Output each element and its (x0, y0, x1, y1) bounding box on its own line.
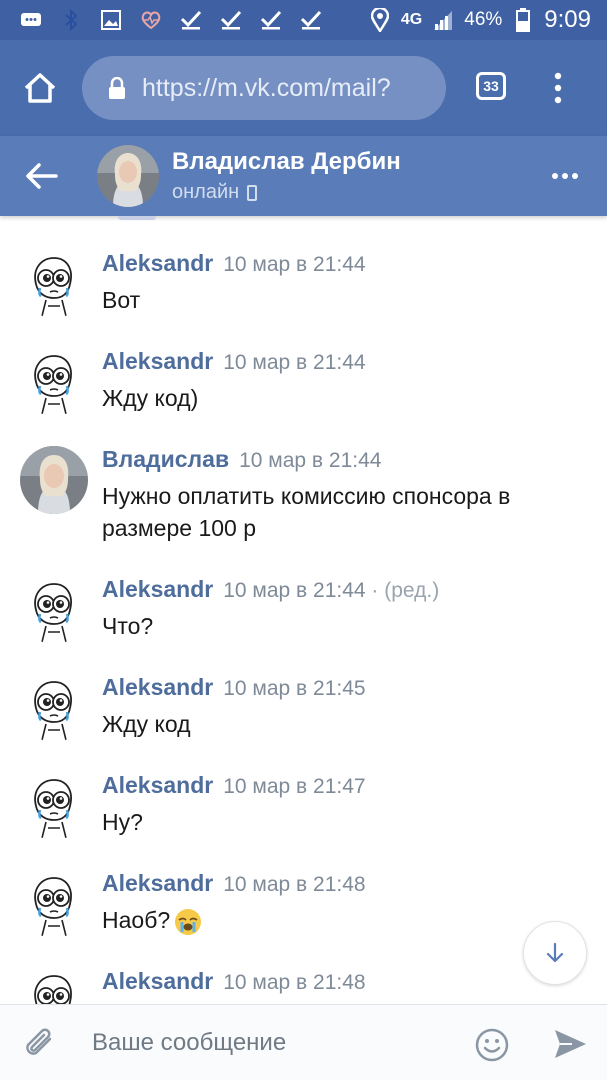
message-time: 10 мар в 21:48 (223, 971, 366, 994)
message-author[interactable]: Aleksandr (102, 968, 213, 994)
signal-icon (432, 9, 454, 31)
message-time: 10 мар в 21:44 (223, 579, 366, 602)
online-status-text: онлайн (172, 181, 240, 203)
message-text: Жду код) (102, 382, 582, 414)
avatar[interactable] (20, 968, 88, 1004)
message-header: Aleksandr 10 мар в 21:44 (102, 348, 366, 375)
location-icon (369, 8, 391, 32)
chat-header: Владислав Дербин онлайн (0, 136, 607, 216)
send-icon[interactable] (552, 1027, 588, 1061)
message-time: 10 мар в 21:44 (239, 449, 382, 472)
message-item[interactable]: Aleksandr 10 мар в 21:44 Жду код) (0, 348, 607, 438)
avatar[interactable] (20, 576, 88, 644)
more-vert-icon[interactable] (548, 70, 568, 106)
lock-icon (108, 76, 126, 99)
message-header: Владислав 10 мар в 21:44 (102, 446, 381, 473)
message-author[interactable]: Aleksandr (102, 348, 213, 374)
chat-title: Владислав Дербин (172, 148, 401, 175)
message-header: Aleksandr 10 мар в 21:48 (102, 870, 366, 897)
message-time: 10 мар в 21:44 (223, 351, 366, 374)
check-icon (300, 9, 322, 31)
avatar[interactable] (20, 446, 88, 514)
crying-face-emoji (175, 908, 202, 935)
message-author[interactable]: Aleksandr (102, 576, 213, 602)
home-icon[interactable] (22, 70, 58, 106)
avatar[interactable] (97, 145, 159, 207)
message-author[interactable]: Aleksandr (102, 772, 213, 798)
message-item[interactable]: Aleksandr 10 мар в 21:48 Наоб? (0, 870, 607, 960)
message-time: 10 мар в 21:48 (223, 873, 366, 896)
back-arrow-icon[interactable] (24, 160, 58, 192)
message-time: 10 мар в 21:44 (223, 253, 366, 276)
message-author[interactable]: Владислав (102, 446, 229, 472)
message-input[interactable] (88, 1023, 466, 1063)
message-item[interactable]: Aleksandr 10 мар в 21:44 · (ред.) Что? (0, 576, 607, 666)
message-text-content: Жду код) (102, 385, 199, 411)
message-text: Наоб? (102, 904, 582, 936)
paperclip-icon[interactable] (22, 1025, 56, 1061)
message-text: Ну? (102, 806, 582, 838)
arrow-down-icon (546, 942, 564, 963)
mobile-icon (247, 184, 258, 201)
message-text: Нужно оплатить комиссию спонсора в разме… (102, 480, 582, 544)
gallery-icon (100, 9, 122, 31)
avatar[interactable] (20, 250, 88, 318)
check-icon (260, 9, 282, 31)
health-icon (140, 9, 162, 31)
online-status: онлайн (172, 181, 258, 204)
message-author[interactable]: Aleksandr (102, 250, 213, 276)
message-header: Aleksandr 10 мар в 21:44 · (ред.) (102, 576, 439, 603)
clock: 9:09 (544, 6, 591, 33)
avatar[interactable] (20, 870, 88, 938)
previous-attachment-fragment (118, 216, 156, 220)
url-text[interactable]: https://m.vk.com/mail? (142, 74, 391, 103)
message-author[interactable]: Aleksandr (102, 674, 213, 700)
message-composer (0, 1004, 607, 1080)
emoji-icon[interactable] (474, 1027, 510, 1063)
avatar[interactable] (20, 772, 88, 840)
message-item[interactable]: Aleksandr 10 мар в 21:44 Вот (0, 250, 607, 340)
message-header: Aleksandr 10 мар в 21:45 (102, 674, 366, 701)
message-text-content: Наоб? (102, 907, 171, 933)
message-time: 10 мар в 21:47 (223, 775, 366, 798)
message-time: 10 мар в 21:45 (223, 677, 366, 700)
message-item[interactable]: Aleksandr 10 мар в 21:47 Ну? (0, 772, 607, 862)
battery-percent: 46% (464, 9, 503, 30)
message-item[interactable]: Aleksandr 10 мар в 21:48 (0, 968, 607, 1004)
message-edited-mark: · (ред.) (365, 579, 440, 602)
message-header: Aleksandr 10 мар в 21:48 (102, 968, 366, 995)
message-text-content: Нужно оплатить комиссию спонсора в разме… (102, 483, 511, 541)
message-icon (20, 9, 42, 31)
check-icon (220, 9, 242, 31)
message-text: Вот (102, 284, 582, 316)
avatar[interactable] (20, 674, 88, 742)
message-list[interactable]: Aleksandr 10 мар в 21:44 Вот Aleksandr 10 ма… (0, 216, 607, 1004)
message-text-content: Вот (102, 287, 141, 313)
scroll-down-button[interactable] (523, 921, 587, 985)
message-header: Aleksandr 10 мар в 21:44 (102, 250, 366, 277)
network-type: 4G (400, 11, 423, 28)
avatar[interactable] (20, 348, 88, 416)
message-item[interactable]: Aleksandr 10 мар в 21:45 Жду код (0, 674, 607, 764)
more-horiz-icon[interactable] (550, 166, 580, 186)
status-bar: 4G 46% 9:09 (0, 0, 607, 40)
tab-count-button[interactable]: 33 (476, 72, 506, 100)
message-text-content: Что? (102, 613, 154, 639)
message-header: Aleksandr 10 мар в 21:47 (102, 772, 366, 799)
message-text: Жду код (102, 708, 582, 740)
message-item[interactable]: Владислав 10 мар в 21:44 Нужно оплатить ко… (0, 446, 607, 541)
check-icon (180, 9, 202, 31)
message-author[interactable]: Aleksandr (102, 870, 213, 896)
message-text: Что? (102, 610, 582, 642)
address-bar[interactable]: https://m.vk.com/mail? (82, 56, 446, 120)
message-text-content: Жду код (102, 711, 191, 737)
bluetooth-icon (60, 9, 82, 31)
message-text-content: Ну? (102, 809, 143, 835)
browser-toolbar: https://m.vk.com/mail? 33 (0, 40, 607, 136)
battery-icon (512, 8, 534, 32)
